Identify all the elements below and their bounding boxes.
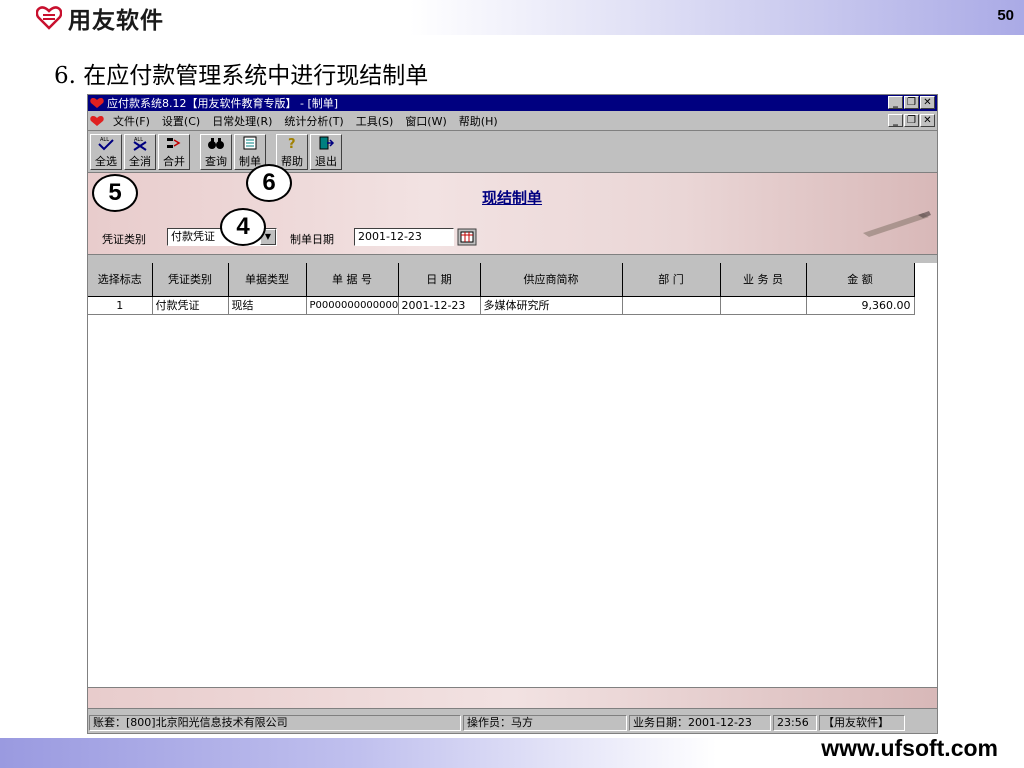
doc-restore-button[interactable]: ❐ (904, 114, 919, 127)
window-title: 应付款系统8.12【用友软件教育专版】 - [制单] (107, 97, 339, 110)
date-label: 制单日期 (290, 233, 334, 246)
close-button[interactable]: ✕ (920, 96, 935, 109)
cell-amount: 9,360.00 (806, 296, 915, 315)
deselect-all-button[interactable]: ALL 全消 (124, 134, 156, 170)
app-heart-icon (90, 98, 104, 108)
cell-doc-type: 现结 (228, 296, 307, 315)
menu-daily[interactable]: 日常处理(R) (206, 113, 278, 129)
col-department[interactable]: 部 门 (622, 263, 721, 297)
pen-decoration-icon (863, 211, 931, 237)
voucher-type-label: 凭证类别 (102, 233, 146, 246)
doc-heart-icon (90, 115, 104, 126)
grid-header-row: 选择标志 凭证类别 单据类型 单 据 号 日 期 供应商简称 部 门 业 务 员… (88, 263, 915, 297)
cell-date: 2001-12-23 (398, 296, 481, 315)
doc-close-button[interactable]: ✕ (920, 114, 935, 127)
deselect-all-icon: ALL (133, 137, 147, 151)
slide-header: 用友软件 50 (0, 0, 1024, 35)
slide-title: 6. 在应付款管理系统中进行现结制单 (54, 63, 429, 89)
merge-button[interactable]: 合并 (158, 134, 190, 170)
cell-select-flag[interactable]: 1 (88, 296, 153, 315)
ufsoft-logo: 用友软件 (36, 4, 164, 34)
col-select-flag[interactable]: 选择标志 (88, 263, 153, 297)
doc-minimize-button[interactable]: _ (888, 114, 903, 127)
heart-logo-icon (36, 6, 62, 30)
voucher-grid: 选择标志 凭证类别 单据类型 单 据 号 日 期 供应商简称 部 门 业 务 员… (88, 263, 937, 687)
menu-stats[interactable]: 统计分析(T) (278, 113, 349, 129)
make-voucher-icon (243, 136, 257, 150)
menu-tools[interactable]: 工具(S) (350, 113, 400, 129)
select-all-icon: ALL (98, 137, 114, 151)
svg-text:?: ? (288, 137, 296, 151)
restore-button[interactable]: ❐ (904, 96, 919, 109)
table-row[interactable]: 1 付款凭证 现结 P0000000000000 2001-12-23 多媒体研… (88, 296, 915, 315)
col-supplier[interactable]: 供应商简称 (480, 263, 623, 297)
query-button[interactable]: 查询 (200, 134, 232, 170)
callout-6: 6 (246, 164, 292, 202)
help-button[interactable]: ? 帮助 (276, 134, 308, 170)
status-operator: 操作员：马方 (463, 715, 627, 731)
cell-doc-number: P0000000000000 (306, 296, 399, 315)
document-controls: _ ❐ ✕ (888, 114, 935, 127)
col-date[interactable]: 日 期 (398, 263, 481, 297)
col-doc-type[interactable]: 单据类型 (228, 263, 307, 297)
menu-bar: 文件(F) 设置(C) 日常处理(R) 统计分析(T) 工具(S) 窗口(W) … (88, 111, 937, 131)
merge-icon (167, 138, 181, 148)
header-panel: 现结制单 凭证类别 付款凭证 ▼ 制单日期 2001-12-23 (88, 173, 937, 255)
col-amount[interactable]: 金 额 (806, 263, 915, 297)
bottom-strip (88, 687, 937, 709)
footer-url[interactable]: www.ufsoft.com (821, 735, 998, 762)
voucher-type-value: 付款凭证 (171, 230, 215, 243)
date-field[interactable]: 2001-12-23 (354, 228, 454, 246)
page-number: 50 (997, 7, 1014, 24)
menu-file[interactable]: 文件(F) (107, 113, 156, 129)
status-brand: 【用友软件】 (819, 715, 905, 731)
voucher-table: 选择标志 凭证类别 单据类型 单 据 号 日 期 供应商简称 部 门 业 务 员… (88, 263, 915, 315)
exit-icon (319, 136, 335, 150)
panel-title: 现结制单 (482, 189, 543, 207)
slide-footer: www.ufsoft.com (0, 735, 1024, 768)
svg-text:ALL: ALL (100, 137, 109, 143)
col-voucher-type[interactable]: 凭证类别 (152, 263, 229, 297)
brand-name: 用友软件 (68, 8, 164, 34)
callout-4: 4 (220, 208, 266, 246)
col-doc-number[interactable]: 单 据 号 (306, 263, 399, 297)
cell-department (622, 296, 721, 315)
status-time: 23:56 (773, 715, 817, 731)
select-all-button[interactable]: ALL 全选 (90, 134, 122, 170)
app-window: 应付款系统8.12【用友软件教育专版】 - [制单] _ ❐ ✕ 文件(F) 设… (87, 94, 938, 734)
cell-supplier: 多媒体研究所 (480, 296, 623, 315)
calendar-icon[interactable] (457, 228, 477, 246)
status-business-date: 业务日期：2001-12-23 (629, 715, 771, 731)
window-controls: _ ❐ ✕ (888, 96, 935, 109)
minimize-button[interactable]: _ (888, 96, 903, 109)
status-bar: 账套：[800]北京阳光信息技术有限公司 操作员：马方 业务日期：2001-12… (88, 715, 937, 733)
status-account: 账套：[800]北京阳光信息技术有限公司 (89, 715, 461, 731)
col-salesperson[interactable]: 业 务 员 (720, 263, 807, 297)
callout-5: 5 (92, 174, 138, 212)
menu-help[interactable]: 帮助(H) (453, 113, 504, 129)
exit-button[interactable]: 退出 (310, 134, 342, 170)
cell-salesperson (720, 296, 807, 315)
help-icon: ? (288, 137, 296, 151)
menu-settings[interactable]: 设置(C) (156, 113, 206, 129)
binoculars-icon (208, 138, 224, 149)
toolbar: ALL 全选 ALL 全消 合并 查询 制单 ? 帮助 退出 (88, 131, 937, 173)
cell-voucher-type: 付款凭证 (152, 296, 229, 315)
window-titlebar: 应付款系统8.12【用友软件教育专版】 - [制单] _ ❐ ✕ (88, 95, 937, 111)
menu-window[interactable]: 窗口(W) (399, 113, 452, 129)
